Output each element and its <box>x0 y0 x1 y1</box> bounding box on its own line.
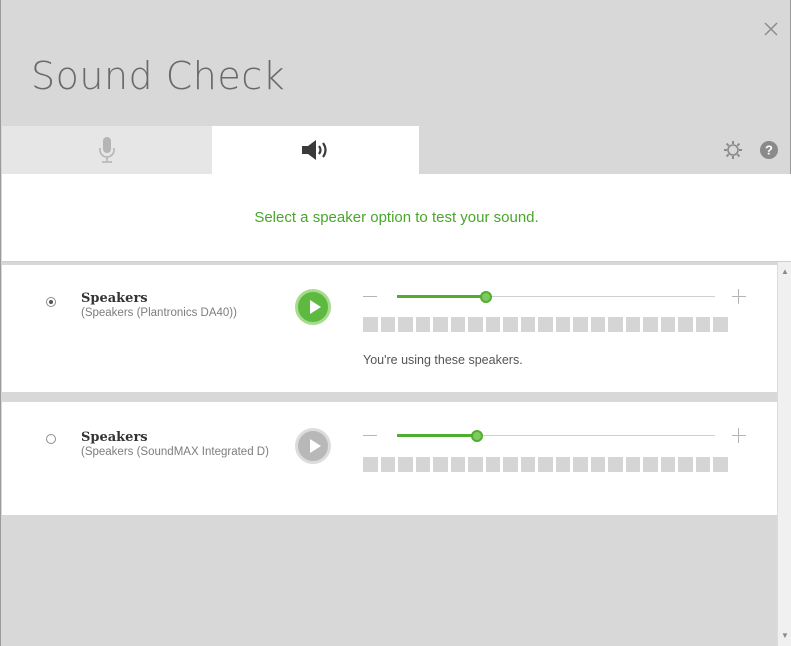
play-test-sound-button[interactable] <box>295 428 331 464</box>
meter-segment <box>363 457 378 472</box>
device-card-soundmax: Speakers (Speakers (SoundMAX Integrated … <box>2 402 777 515</box>
play-test-sound-button[interactable] <box>295 289 331 325</box>
svg-text:?: ? <box>765 143 773 158</box>
level-meter <box>363 317 728 332</box>
meter-segment <box>520 317 535 332</box>
meter-segment <box>398 457 413 472</box>
device-card-plantronics: Speakers (Speakers (Plantronics DA40)) Y… <box>2 265 777 392</box>
meter-segment <box>608 457 623 472</box>
meter-segment <box>695 317 710 332</box>
help-icon[interactable]: ? <box>758 139 780 161</box>
speaker-volume-icon <box>301 140 327 160</box>
meter-segment <box>363 317 378 332</box>
meter-segment <box>450 317 465 332</box>
device-radio-soundmax[interactable] <box>46 434 56 444</box>
device-name: Speakers <box>81 430 148 445</box>
meter-segment <box>625 317 640 332</box>
meter-segment <box>485 317 500 332</box>
device-name: Speakers <box>81 291 148 306</box>
volume-slider[interactable] <box>363 426 746 446</box>
meter-segment <box>538 317 553 332</box>
volume-minus-icon[interactable] <box>363 296 377 297</box>
meter-segment <box>520 457 535 472</box>
meter-segment <box>415 317 430 332</box>
meter-segment <box>398 317 413 332</box>
meter-segment <box>503 317 518 332</box>
meter-segment <box>713 457 728 472</box>
meter-segment <box>660 457 675 472</box>
meter-segment <box>415 457 430 472</box>
tab-bar: ? <box>1 126 790 174</box>
volume-fill <box>397 295 486 298</box>
meter-segment <box>380 457 395 472</box>
meter-segment <box>433 317 448 332</box>
volume-plus-icon[interactable] <box>732 435 746 436</box>
meter-segment <box>590 457 605 472</box>
close-icon[interactable] <box>760 18 782 40</box>
volume-fill <box>397 434 477 437</box>
sound-check-window: Sound Check ? Select a speaker option to… <box>0 0 791 646</box>
volume-minus-icon[interactable] <box>363 435 377 436</box>
meter-segment <box>573 317 588 332</box>
volume-slider[interactable] <box>363 287 746 307</box>
meter-segment <box>643 317 658 332</box>
meter-segment <box>555 457 570 472</box>
meter-segment <box>468 317 483 332</box>
instruction-text: Select a speaker option to test your sou… <box>254 209 539 226</box>
volume-knob[interactable] <box>471 430 483 442</box>
gear-icon[interactable] <box>722 139 744 161</box>
meter-segment <box>380 317 395 332</box>
meter-segment <box>695 457 710 472</box>
volume-knob[interactable] <box>480 291 492 303</box>
instruction-band: Select a speaker option to test your sou… <box>2 174 791 262</box>
meter-segment <box>660 317 675 332</box>
meter-segment <box>555 317 570 332</box>
device-status-text: You're using these speakers. <box>363 353 523 367</box>
device-radio-plantronics[interactable] <box>46 297 56 307</box>
volume-plus-icon[interactable] <box>732 296 746 297</box>
meter-segment <box>678 457 693 472</box>
meter-segment <box>625 457 640 472</box>
meter-segment <box>503 457 518 472</box>
scroll-down-icon[interactable]: ▼ <box>781 632 789 640</box>
meter-segment <box>643 457 658 472</box>
meter-segment <box>450 457 465 472</box>
tab-speakers[interactable] <box>212 126 419 174</box>
level-meter <box>363 457 728 472</box>
meter-segment <box>573 457 588 472</box>
device-detail: (Speakers (Plantronics DA40)) <box>81 307 237 319</box>
window-title: Sound Check <box>31 54 286 98</box>
device-list: Speakers (Speakers (Plantronics DA40)) Y… <box>2 262 791 646</box>
play-icon <box>310 439 321 453</box>
vertical-scrollbar[interactable]: ▲ ▼ <box>777 262 791 646</box>
meter-segment <box>590 317 605 332</box>
volume-track[interactable] <box>397 291 715 303</box>
meter-segment <box>433 457 448 472</box>
volume-track[interactable] <box>397 430 715 442</box>
device-detail: (Speakers (SoundMAX Integrated D) <box>81 446 269 458</box>
scroll-up-icon[interactable]: ▲ <box>781 268 789 276</box>
meter-segment <box>538 457 553 472</box>
toolbar-icons: ? <box>722 126 780 174</box>
play-icon <box>310 300 321 314</box>
meter-segment <box>608 317 623 332</box>
meter-segment <box>678 317 693 332</box>
microphone-icon <box>99 137 115 163</box>
meter-segment <box>485 457 500 472</box>
meter-segment <box>713 317 728 332</box>
tab-microphone[interactable] <box>2 126 212 174</box>
meter-segment <box>468 457 483 472</box>
